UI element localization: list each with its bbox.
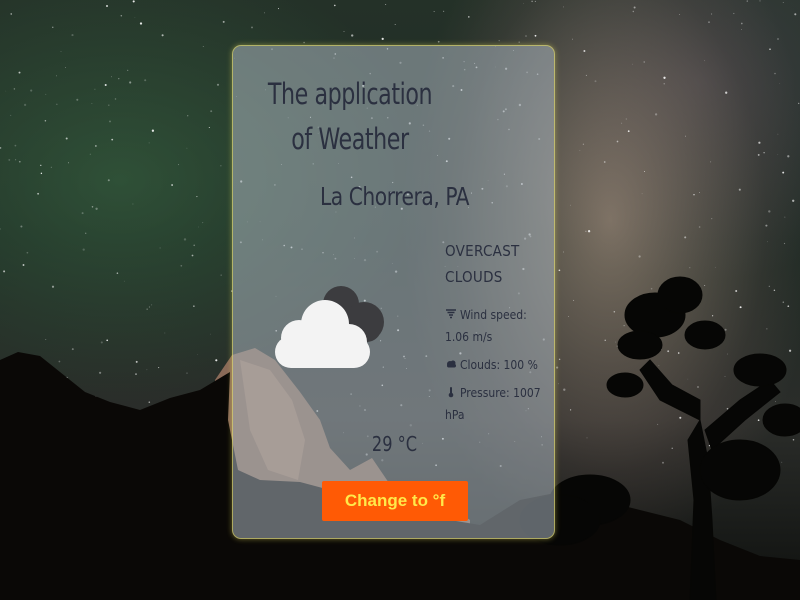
clouds-value: 100 % (503, 358, 538, 372)
wind-speed-row: Wind speed: 1.06 m/s (445, 304, 545, 348)
wind-speed-label: Wind speed: (460, 308, 527, 322)
tornado-icon (446, 309, 456, 319)
cloud-small-icon (447, 360, 456, 368)
weather-details: OVERCAST CLOUDS Wind speed: 1.06 m/s Clo… (445, 238, 545, 432)
thermometer-icon (448, 387, 454, 398)
clouds-row: Clouds: 100 % (445, 354, 545, 376)
app-title: The application of Weather (267, 77, 433, 156)
wind-speed-value: 1.06 m/s (445, 330, 493, 344)
weather-card: The application of Weather La Chorrera, … (232, 45, 555, 539)
cloud-icon (275, 286, 384, 368)
pressure-label: Pressure: (460, 386, 510, 400)
pressure-row: Pressure: 1007 hPa (445, 382, 545, 426)
weather-description: OVERCAST CLOUDS (445, 242, 520, 286)
clouds-label: Clouds: (460, 358, 501, 372)
change-unit-button[interactable]: Change to °f (322, 481, 468, 521)
temperature-readout: 29 °C (249, 432, 540, 456)
location-label: La Chorrera, PA (319, 182, 470, 211)
temperature-value: 29 °C (371, 432, 418, 456)
